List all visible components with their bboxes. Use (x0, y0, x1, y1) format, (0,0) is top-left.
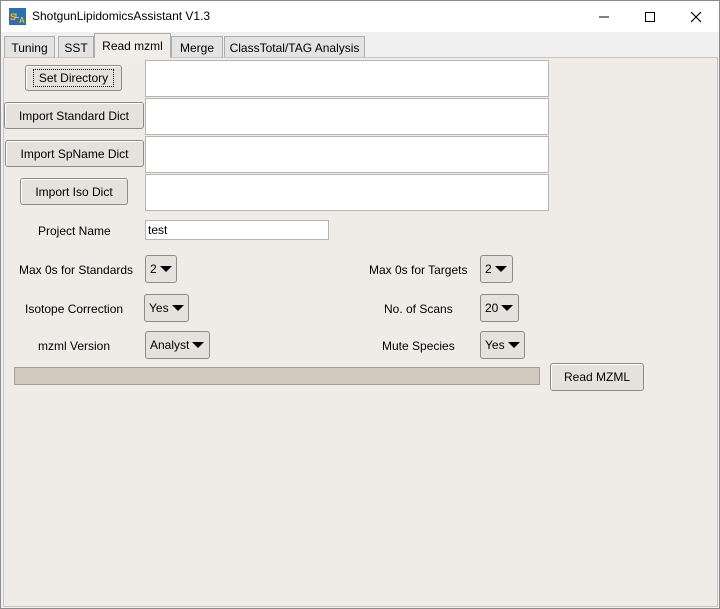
app-window: S L A ShotgunLipidomicsAssistant V1.3 Tu… (0, 0, 720, 609)
set-directory-button[interactable]: Set Directory (25, 65, 122, 91)
window-title: ShotgunLipidomicsAssistant V1.3 (32, 9, 211, 23)
chevron-down-icon (159, 266, 172, 272)
project-name-label: Project Name (38, 224, 111, 238)
num-scans-value: 20 (485, 301, 499, 315)
maximize-icon (645, 11, 655, 22)
minimize-icon (599, 16, 609, 17)
tab-sst[interactable]: SST (58, 36, 94, 58)
set-directory-label: Set Directory (32, 69, 115, 87)
close-button[interactable] (673, 1, 719, 32)
max0-standards-value: 2 (150, 262, 157, 276)
mute-species-label: Mute Species (382, 339, 455, 353)
max0-standards-label: Max 0s for Standards (19, 263, 134, 277)
chevron-down-icon (171, 305, 184, 311)
chevron-down-icon (192, 342, 205, 348)
chevron-down-icon (507, 342, 520, 348)
chevron-down-icon (501, 305, 514, 311)
tab-merge[interactable]: Merge (171, 36, 223, 58)
tab-read-mzml[interactable]: Read mzml (94, 33, 171, 58)
max0-targets-dropdown[interactable]: 2 (480, 255, 513, 283)
max0-targets-label: Max 0s for Targets (369, 263, 468, 277)
mzml-version-value: Analyst (150, 338, 190, 352)
directory-path-field[interactable] (145, 60, 549, 97)
import-spname-dict-button[interactable]: Import SpName Dict (5, 140, 144, 167)
iso-dict-path-field[interactable] (145, 174, 549, 211)
mute-species-value: Yes (485, 338, 505, 352)
max0-targets-value: 2 (485, 262, 492, 276)
isotope-correction-value: Yes (149, 301, 169, 315)
tab-classtotal-tag-analysis[interactable]: ClassTotal/TAG Analysis (224, 36, 365, 58)
svg-text:A: A (19, 16, 25, 25)
sla-app-icon: S L A (9, 8, 26, 25)
minimize-button[interactable] (581, 1, 627, 32)
num-scans-dropdown[interactable]: 20 (480, 294, 519, 322)
max0-standards-dropdown[interactable]: 2 (145, 255, 177, 283)
standard-dict-path-field[interactable] (145, 98, 549, 135)
read-progress-bar (14, 367, 540, 385)
project-name-input[interactable]: test (145, 220, 329, 240)
num-scans-label: No. of Scans (384, 302, 453, 316)
mzml-version-dropdown[interactable]: Analyst (145, 331, 210, 359)
mute-species-dropdown[interactable]: Yes (480, 331, 525, 359)
import-iso-dict-button[interactable]: Import Iso Dict (20, 178, 128, 205)
import-standard-dict-button[interactable]: Import Standard Dict (4, 102, 144, 129)
isotope-correction-label: Isotope Correction (25, 302, 124, 316)
read-mzml-button[interactable]: Read MZML (550, 363, 644, 391)
maximize-button[interactable] (627, 1, 673, 32)
tab-tuning[interactable]: Tuning (4, 36, 55, 58)
mzml-version-label: mzml Version (38, 339, 111, 353)
close-icon (690, 11, 702, 22)
spname-dict-path-field[interactable] (145, 136, 549, 173)
title-bar: S L A ShotgunLipidomicsAssistant V1.3 (1, 1, 719, 32)
isotope-correction-dropdown[interactable]: Yes (144, 294, 189, 322)
chevron-down-icon (494, 266, 507, 272)
